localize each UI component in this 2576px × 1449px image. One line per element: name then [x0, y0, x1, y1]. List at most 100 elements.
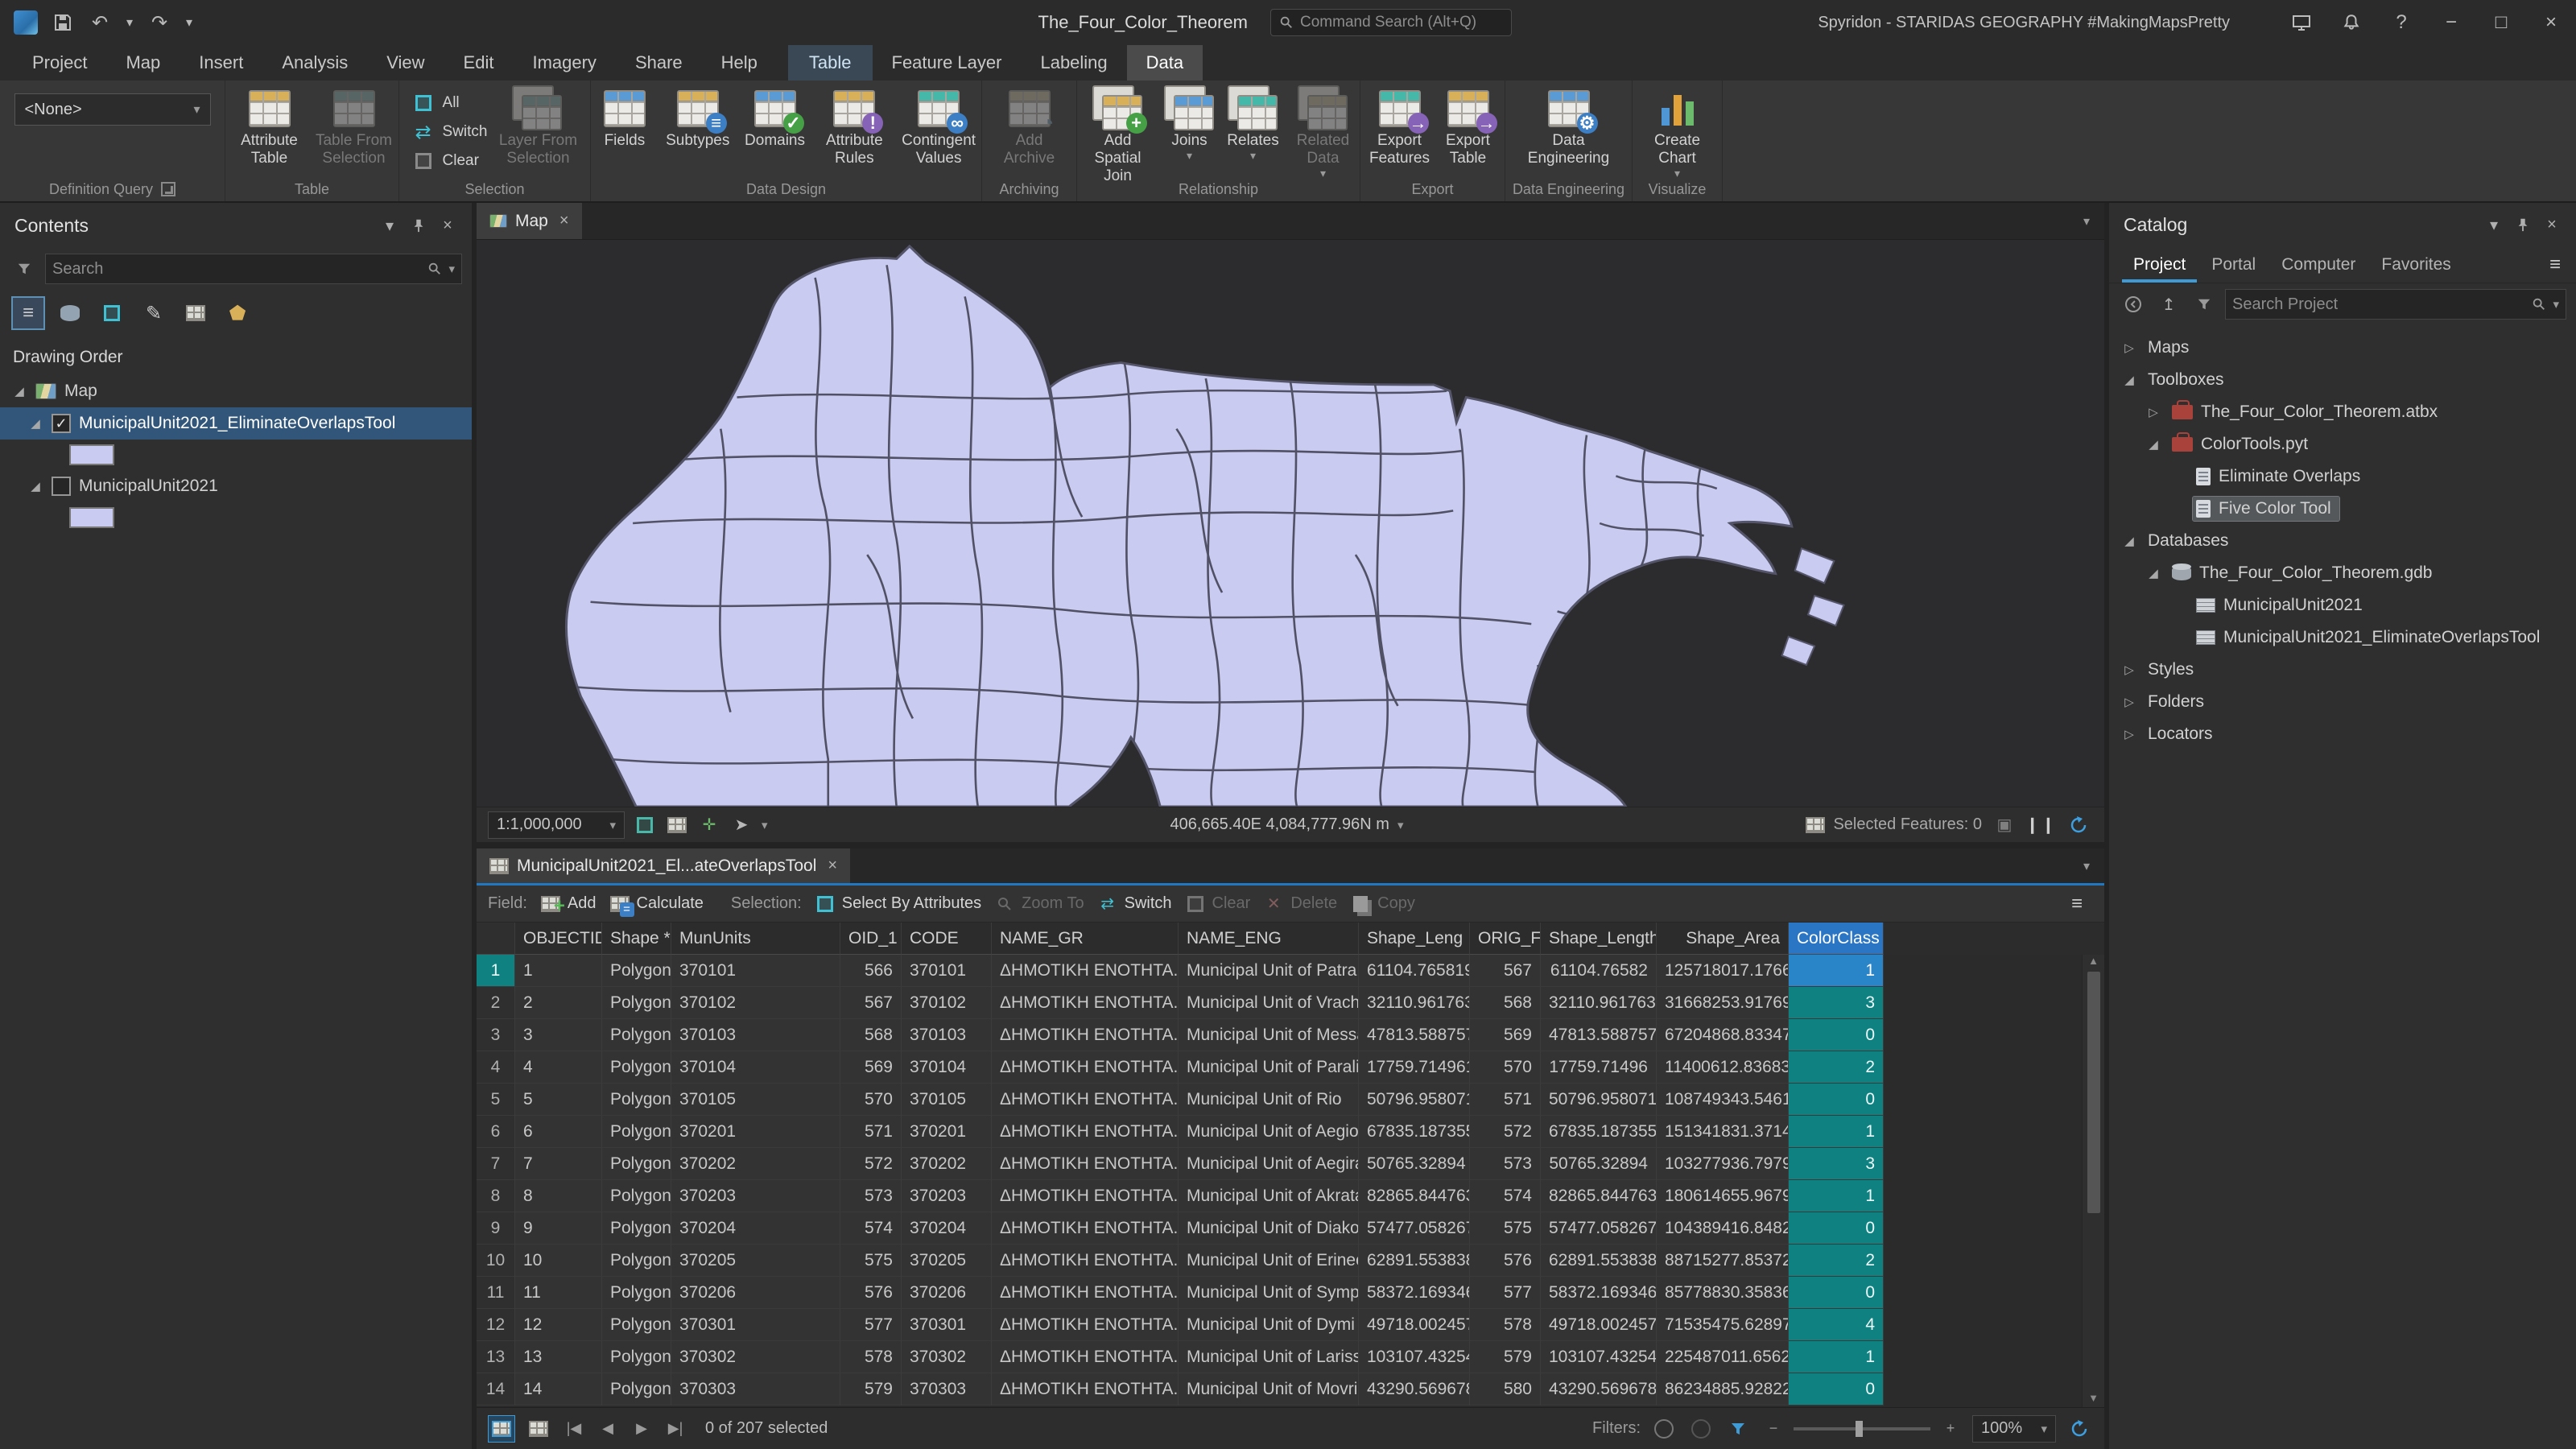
cell-oid-1[interactable]: 572 [840, 1148, 902, 1180]
zoom-slider-thumb[interactable] [1856, 1421, 1863, 1437]
cell-orig-fid[interactable]: 579 [1470, 1341, 1541, 1373]
cell-objectid[interactable]: 11 [515, 1277, 602, 1309]
contents-search[interactable]: ▾ [45, 254, 462, 284]
filter-selection-icon[interactable] [1687, 1415, 1715, 1443]
cell-shape-area[interactable]: 108749343.546112 [1657, 1084, 1789, 1116]
cell-shape-leng[interactable]: 17759.714961 [1359, 1051, 1470, 1084]
cell-orig-fid[interactable]: 578 [1470, 1309, 1541, 1341]
cell-objectid[interactable]: 7 [515, 1148, 602, 1180]
cell-code[interactable]: 370202 [902, 1148, 992, 1180]
expander-closed-icon[interactable]: ▷ [2120, 727, 2138, 741]
cell-objectid[interactable]: 4 [515, 1051, 602, 1084]
cell-colorclass[interactable]: 1 [1789, 1341, 1884, 1373]
north-arrow-icon[interactable]: ➤ [729, 813, 753, 837]
cell-shape-area[interactable]: 225487011.656221 [1657, 1341, 1789, 1373]
row-selector[interactable]: 3 [477, 1019, 515, 1051]
table-row[interactable]: 99Polygon370204574370204ΔΗΜΟΤΙΚΗ ΕΝΟΤΗΤΑ… [477, 1212, 2104, 1245]
catalog-item-folders[interactable]: ▷Folders [2109, 686, 2576, 718]
cell-shape-area[interactable]: 86234885.928228 [1657, 1373, 1789, 1406]
tab-list-chevron-icon[interactable]: ▾ [2069, 203, 2104, 239]
layer-visibility-checkbox[interactable] [52, 414, 71, 433]
cell-objectid[interactable]: 2 [515, 987, 602, 1019]
panel-menu-icon[interactable]: ▾ [375, 211, 404, 240]
cell-name-gr[interactable]: ΔΗΜΟΤΙΚΗ ΕΝΟΤΗΤΑ... [992, 955, 1179, 987]
cell-objectid[interactable]: 6 [515, 1116, 602, 1148]
cell-shape[interactable]: Polygon [602, 1051, 671, 1084]
create-chart-button[interactable]: Create Chart▾ [1641, 84, 1715, 180]
map-viewport[interactable] [477, 240, 2104, 807]
cell-shape-leng[interactable]: 32110.961763 [1359, 987, 1470, 1019]
cell-shape[interactable]: Polygon [602, 1019, 671, 1051]
account-name[interactable]: Spyridon - STARIDAS GEOGRAPHY #MakingMap… [1818, 0, 2230, 45]
select-by-attributes-button[interactable]: Select By Attributes [815, 894, 981, 914]
catalog-search[interactable]: ▾ [2225, 289, 2566, 320]
cell-colorclass[interactable]: 3 [1789, 987, 1884, 1019]
cell-oid-1[interactable]: 567 [840, 987, 902, 1019]
add-field-button[interactable]: Add [540, 894, 597, 914]
cell-mununits[interactable]: 370204 [671, 1212, 840, 1245]
data-engineering-button[interactable]: ⚙ Data Engineering [1517, 84, 1621, 169]
tab-favorites[interactable]: Favorites [2370, 246, 2462, 283]
cell-shape-length[interactable]: 62891.553838 [1541, 1245, 1657, 1277]
table-row[interactable]: 1414Polygon370303579370303ΔΗΜΟΤΙΚΗ ΕΝΟΤΗ… [477, 1373, 2104, 1406]
cell-code[interactable]: 370101 [902, 955, 992, 987]
cell-shape-leng[interactable]: 61104.765819 [1359, 955, 1470, 987]
up-one-level-icon[interactable]: ↥ [2154, 290, 2183, 319]
table-vertical-scrollbar[interactable]: ▲ ▼ [2082, 955, 2104, 1407]
catalog-menu-icon[interactable]: ≡ [2539, 246, 2571, 283]
clear-selection-button[interactable]: Clear [407, 148, 493, 174]
table-row[interactable]: 11Polygon370101566370101ΔΗΜΟΤΙΚΗ ΕΝΟΤΗΤΑ… [477, 955, 2104, 987]
ribbon-tab-imagery[interactable]: Imagery [513, 45, 615, 80]
cell-objectid[interactable]: 1 [515, 955, 602, 987]
help-icon[interactable]: ? [2376, 0, 2426, 45]
cell-colorclass[interactable]: 1 [1789, 955, 1884, 987]
form-view-icon[interactable] [525, 1415, 552, 1443]
cell-shape-leng[interactable]: 49718.002457 [1359, 1309, 1470, 1341]
close-panel-icon[interactable]: × [2537, 210, 2566, 239]
cell-shape-leng[interactable]: 58372.169346 [1359, 1277, 1470, 1309]
cell-mununits[interactable]: 370104 [671, 1051, 840, 1084]
cell-objectid[interactable]: 3 [515, 1019, 602, 1051]
cell-colorclass[interactable]: 0 [1789, 1373, 1884, 1406]
cell-shape-area[interactable]: 125718017.176679 [1657, 955, 1789, 987]
cell-code[interactable]: 370105 [902, 1084, 992, 1116]
catalog-item-maps[interactable]: ▷Maps [2109, 332, 2576, 364]
cell-shape-leng[interactable]: 43290.569678 [1359, 1373, 1470, 1406]
column-header-orig-fid[interactable]: ORIG_FID [1470, 923, 1541, 955]
attribute-table-tab[interactable]: MunicipalUnit2021_El...ateOverlapsTool × [477, 848, 850, 883]
cell-shape-length[interactable]: 58372.169346 [1541, 1277, 1657, 1309]
cell-name-eng[interactable]: Municipal Unit of Paralia [1179, 1051, 1359, 1084]
cell-colorclass[interactable]: 0 [1789, 1212, 1884, 1245]
scroll-down-icon[interactable]: ▼ [2088, 1392, 2099, 1404]
row-selector[interactable]: 6 [477, 1116, 515, 1148]
cell-oid-1[interactable]: 575 [840, 1245, 902, 1277]
table-row[interactable]: 33Polygon370103568370103ΔΗΜΟΤΙΚΗ ΕΝΟΤΗΤΑ… [477, 1019, 2104, 1051]
catalog-item-the-four-color-theorem-atbx[interactable]: ▷The_Four_Color_Theorem.atbx [2109, 396, 2576, 428]
close-map-tab-icon[interactable]: × [559, 212, 569, 230]
search-options-icon[interactable]: ▾ [448, 262, 455, 276]
cell-oid-1[interactable]: 568 [840, 1019, 902, 1051]
cell-shape-length[interactable]: 61104.76582 [1541, 955, 1657, 987]
expander-open-icon[interactable]: ◢ [11, 384, 27, 398]
add-spatial-join-button[interactable]: + Add Spatial Join [1078, 84, 1158, 187]
layer-visibility-checkbox[interactable] [52, 477, 71, 496]
cell-shape-length[interactable]: 50796.958071 [1541, 1084, 1657, 1116]
pause-drawing-icon[interactable]: ❙❙ [2027, 811, 2056, 840]
cell-shape-area[interactable]: 104389416.848257 [1657, 1212, 1789, 1245]
cell-oid-1[interactable]: 569 [840, 1051, 902, 1084]
cell-name-eng[interactable]: Municipal Unit of Vrach... [1179, 987, 1359, 1019]
zoom-to-button[interactable]: Zoom To [994, 894, 1084, 914]
cell-mununits[interactable]: 370302 [671, 1341, 840, 1373]
column-header-shape[interactable]: Shape * [602, 923, 671, 955]
cell-shape-leng[interactable]: 57477.058267 [1359, 1212, 1470, 1245]
list-by-data-source-icon[interactable] [53, 296, 87, 330]
ribbon-tab-view[interactable]: View [367, 45, 444, 80]
cell-shape-length[interactable]: 67835.187355 [1541, 1116, 1657, 1148]
cell-name-eng[interactable]: Municipal Unit of Aegio [1179, 1116, 1359, 1148]
column-header-row-selector[interactable] [477, 923, 515, 955]
cell-orig-fid[interactable]: 574 [1470, 1180, 1541, 1212]
cell-shape-area[interactable]: 88715277.853726 [1657, 1245, 1789, 1277]
table-zoom-slider[interactable]: − + [1761, 1420, 1963, 1437]
row-selector[interactable]: 1 [477, 955, 515, 987]
cell-shape-leng[interactable]: 67835.187355 [1359, 1116, 1470, 1148]
